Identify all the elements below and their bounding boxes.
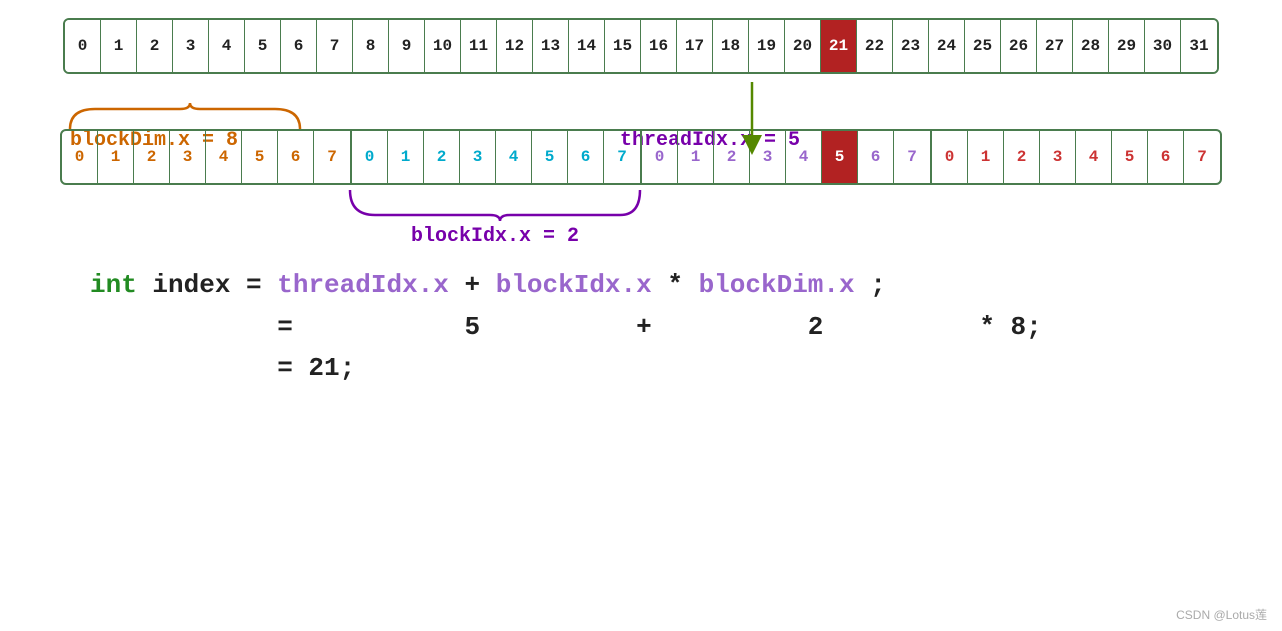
top-array-cell-23: 23 — [893, 20, 929, 72]
mid-cell-b3-c5: 5 — [1112, 131, 1148, 183]
top-array-cell-15: 15 — [605, 20, 641, 72]
top-array-cell-4: 4 — [209, 20, 245, 72]
blockdim-brace-svg — [65, 101, 305, 131]
mid-cell-b0-c4: 4 — [206, 131, 242, 183]
block-group-1: 01234567 — [352, 131, 642, 183]
top-array-cell-24: 24 — [929, 20, 965, 72]
top-array-cell-9: 9 — [389, 20, 425, 72]
top-array-cell-13: 13 — [533, 20, 569, 72]
main-container: 0123456789101112131415161718192021222324… — [0, 0, 1282, 631]
mid-cell-b3-c4: 4 — [1076, 131, 1112, 183]
top-array-cell-26: 26 — [1001, 20, 1037, 72]
mid-cell-b2-c6: 6 — [858, 131, 894, 183]
block-group-3: 01234567 — [932, 131, 1220, 183]
top-array-cell-14: 14 — [569, 20, 605, 72]
top-array-cell-19: 19 — [749, 20, 785, 72]
blockidx-label: blockIdx.x = 2 — [345, 225, 645, 248]
top-array-cell-6: 6 — [281, 20, 317, 72]
top-array-cell-17: 17 — [677, 20, 713, 72]
mid-cell-b3-c1: 1 — [968, 131, 1004, 183]
formula-threadidx: threadIdx.x — [277, 270, 449, 300]
mid-cell-b3-c0: 0 — [932, 131, 968, 183]
top-array-cell-16: 16 — [641, 20, 677, 72]
block-group-0: 01234567 — [62, 131, 352, 183]
mid-cell-b3-c3: 3 — [1040, 131, 1076, 183]
mid-cell-b0-c0: 0 — [62, 131, 98, 183]
top-array-cell-3: 3 — [173, 20, 209, 72]
top-array-cell-21: 21 — [821, 20, 857, 72]
mid-cell-b1-c1: 1 — [388, 131, 424, 183]
top-array-cell-30: 30 — [1145, 20, 1181, 72]
formula-blockdim: blockDim.x — [699, 270, 855, 300]
top-array-cell-22: 22 — [857, 20, 893, 72]
mid-cell-b3-c7: 7 — [1184, 131, 1220, 183]
mid-cell-b0-c3: 3 — [170, 131, 206, 183]
top-array-cell-11: 11 — [461, 20, 497, 72]
mid-cell-b3-c2: 2 — [1004, 131, 1040, 183]
top-array-cell-10: 10 — [425, 20, 461, 72]
formula-section: int index = threadIdx.x + blockIdx.x * b… — [60, 265, 1222, 390]
middle-array-wrapper: 01234567012345670123456701234567 blockId… — [60, 129, 1222, 240]
mid-cell-b1-c2: 2 — [424, 131, 460, 183]
top-array-cell-5: 5 — [245, 20, 281, 72]
mid-cell-b1-c4: 4 — [496, 131, 532, 183]
mid-cell-b2-c0: 0 — [642, 131, 678, 183]
formula-mult: * — [667, 270, 698, 300]
top-array-cell-25: 25 — [965, 20, 1001, 72]
mid-cell-b2-c7: 7 — [894, 131, 930, 183]
formula-line1: int index = threadIdx.x + blockIdx.x * b… — [90, 265, 1222, 307]
top-array-cell-27: 27 — [1037, 20, 1073, 72]
watermark: CSDN @Lotus莲 — [1176, 606, 1267, 623]
middle-section: blockDim.x = 8 threadIdx.x = 5 012345670… — [60, 129, 1222, 240]
mid-cell-b0-c6: 6 — [278, 131, 314, 183]
top-array: 0123456789101112131415161718192021222324… — [63, 18, 1219, 74]
mid-cell-b1-c7: 7 — [604, 131, 640, 183]
formula-semi1: ; — [870, 270, 886, 300]
top-array-container: 0123456789101112131415161718192021222324… — [60, 18, 1222, 74]
mid-cell-b1-c3: 3 — [460, 131, 496, 183]
mid-cell-b0-c2: 2 — [134, 131, 170, 183]
mid-cell-b1-c6: 6 — [568, 131, 604, 183]
top-array-cell-2: 2 — [137, 20, 173, 72]
top-array-cell-29: 29 — [1109, 20, 1145, 72]
mid-cell-b0-c5: 5 — [242, 131, 278, 183]
top-array-cell-20: 20 — [785, 20, 821, 72]
mid-cell-b1-c5: 5 — [532, 131, 568, 183]
top-array-cell-12: 12 — [497, 20, 533, 72]
mid-cell-b0-c1: 1 — [98, 131, 134, 183]
mid-cell-b2-c5: 5 — [822, 131, 858, 183]
top-array-cell-8: 8 — [353, 20, 389, 72]
top-array-cell-0: 0 — [65, 20, 101, 72]
top-array-cell-28: 28 — [1073, 20, 1109, 72]
formula-text1: index = — [152, 270, 277, 300]
threadidx-arrow — [732, 77, 792, 157]
mid-cell-b0-c7: 7 — [314, 131, 350, 183]
keyword-int: int — [90, 270, 137, 300]
blockidx-brace-area: blockIdx.x = 2 — [60, 185, 1222, 240]
formula-line3: = 21; — [90, 348, 1222, 390]
mid-cell-b2-c1: 1 — [678, 131, 714, 183]
top-array-cell-7: 7 — [317, 20, 353, 72]
top-array-cell-1: 1 — [101, 20, 137, 72]
mid-cell-b1-c0: 0 — [352, 131, 388, 183]
formula-line2: = 5 + 2 * 8; — [90, 307, 1222, 349]
middle-array: 01234567012345670123456701234567 — [60, 129, 1222, 185]
top-array-cell-31: 31 — [1181, 20, 1217, 72]
formula-blockidx: blockIdx.x — [496, 270, 652, 300]
top-array-cell-18: 18 — [713, 20, 749, 72]
formula-plus1: + — [465, 270, 496, 300]
mid-cell-b3-c6: 6 — [1148, 131, 1184, 183]
